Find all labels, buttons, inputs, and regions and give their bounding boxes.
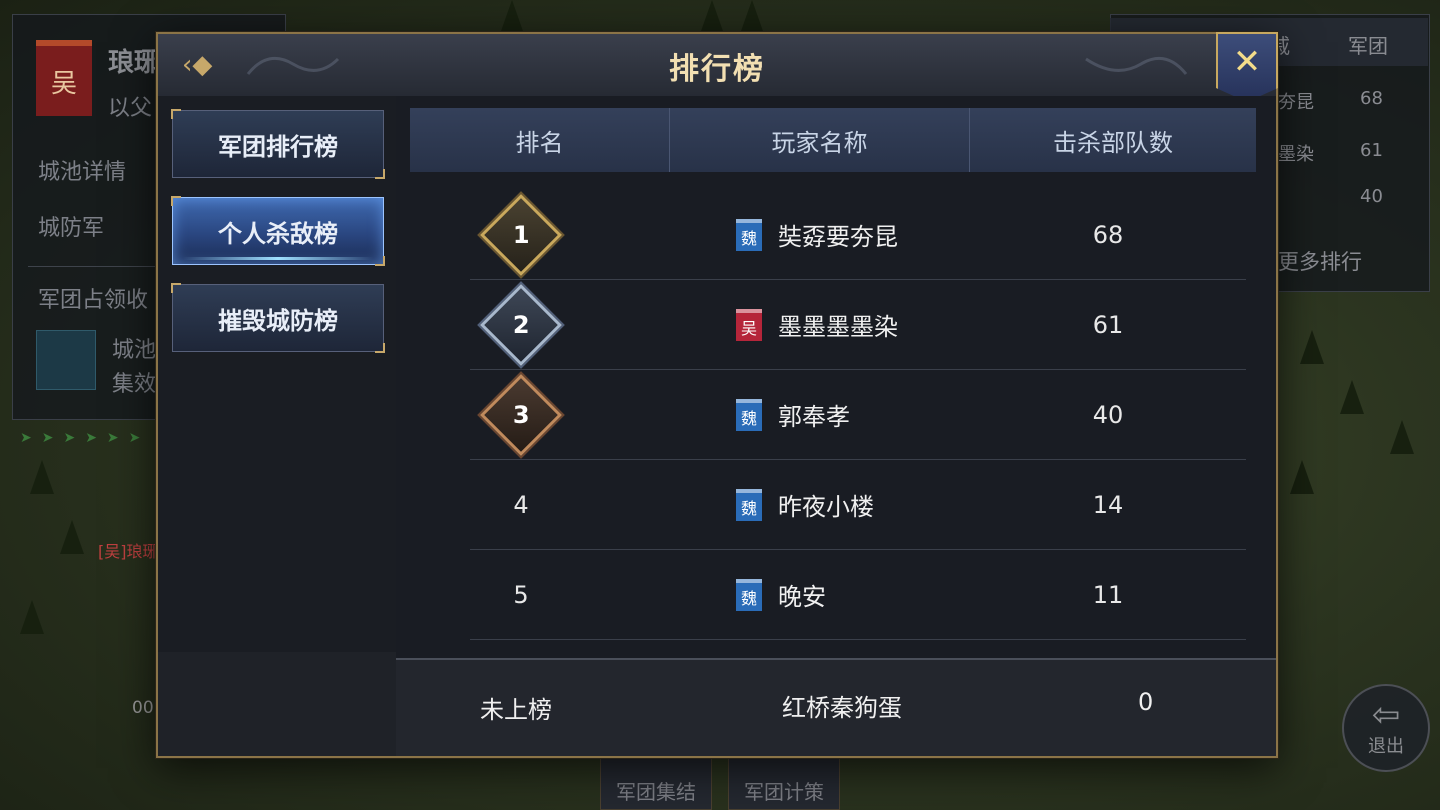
mini-row-name: 墨染 <box>1278 144 1314 165</box>
my-rank: 未上榜 <box>480 696 552 724</box>
silver-medal-icon: 2 <box>479 283 563 366</box>
wei-faction-icon: 魏 <box>736 488 762 521</box>
player-name: 奘孬要夯昆 <box>778 223 898 251</box>
rank-number: 4 <box>513 490 529 519</box>
exit-icon: ⇦ <box>1371 695 1401 735</box>
ranking-dialog: ‹◆ 排行榜 ✕ 军团排行榜 个人杀敌榜 摧毁城防榜 排名 玩家名称 击杀部队数… <box>156 32 1278 758</box>
header-player-name: 玩家名称 <box>670 108 970 172</box>
player-name-cell: 魏 奘孬要夯昆 <box>736 190 898 279</box>
header-kills: 击杀部队数 <box>1053 128 1173 157</box>
faction-flag-glyph: 吴 <box>50 68 77 99</box>
my-kills: 0 <box>1138 688 1154 716</box>
rank-cell: 2 <box>479 280 563 369</box>
occupation-reward-label: 军团占领收 <box>38 288 149 313</box>
bronze-medal-icon: 3 <box>479 373 563 456</box>
faction-glyph: 魏 <box>740 588 757 608</box>
city-subtitle: 以父 <box>108 96 153 121</box>
exit-button[interactable]: ⇦ 退出 <box>1342 684 1430 772</box>
player-name-cell: 魏 昨夜小楼 <box>736 460 874 549</box>
player-name: 墨墨墨墨染 <box>778 313 898 341</box>
mini-header-col2: 军团 <box>1348 34 1388 58</box>
kills-cell: 61 <box>1092 310 1124 339</box>
faction-flag: 吴 <box>36 40 92 116</box>
tab-label: 军团排行榜 <box>218 132 338 161</box>
table-header: 排名 玩家名称 击杀部队数 <box>410 108 1256 172</box>
dialog-title-bar: ‹◆ 排行榜 <box>158 34 1276 98</box>
city-details-link[interactable]: 城池详情 <box>38 154 126 186</box>
city-name: 琅琊 <box>108 48 161 78</box>
player-name: 晚安 <box>778 583 826 611</box>
march-route-arrows: ➤➤➤➤➤➤ <box>20 430 151 446</box>
rank-number: 5 <box>513 580 529 609</box>
rank-number: 1 <box>512 220 530 249</box>
mini-row-value: 68 <box>1360 88 1383 109</box>
active-tab-glow <box>183 257 373 260</box>
my-rank-footer: 未上榜 红桥秦狗蛋 0 <box>396 658 1276 756</box>
effect-line-1: 城池 <box>112 338 157 363</box>
player-name-cell: 吴 墨墨墨墨染 <box>736 280 898 369</box>
faction-glyph: 魏 <box>740 408 757 428</box>
more-rankings-link[interactable]: 更多排行 <box>1278 246 1362 276</box>
kills-cell: 11 <box>1092 580 1124 609</box>
close-icon: ✕ <box>1232 42 1262 82</box>
table-row[interactable]: 5 魏 晚安 11 <box>470 550 1246 640</box>
kills-cell: 68 <box>1092 220 1124 249</box>
mini-row-value: 40 <box>1360 186 1383 207</box>
player-name: 郭奉孝 <box>778 403 850 431</box>
tab-label: 摧毁城防榜 <box>218 306 338 335</box>
wei-faction-icon: 魏 <box>736 218 762 251</box>
exit-label: 退出 <box>1368 736 1404 757</box>
header-rank: 排名 <box>410 108 670 172</box>
dialog-title: 排行榜 <box>669 52 765 87</box>
enemy-city-tag[interactable]: [吴]琅琊 <box>98 538 159 562</box>
table-row[interactable]: 3 魏 郭奉孝 40 <box>470 370 1246 460</box>
rank-number: 2 <box>512 310 530 339</box>
ranking-tabs-sidebar: 军团排行榜 个人杀敌榜 摧毁城防榜 <box>158 96 396 756</box>
player-name-cell: 魏 郭奉孝 <box>736 370 850 459</box>
kills-cell: 14 <box>1092 490 1124 519</box>
ranking-table-area: 排名 玩家名称 击杀部队数 1 魏 奘孬要夯昆 68 2 吴 墨墨墨墨染 61 … <box>396 96 1276 756</box>
table-row[interactable]: 4 魏 昨夜小楼 14 <box>470 460 1246 550</box>
my-player-name: 红桥秦狗蛋 <box>782 694 902 722</box>
city-effect-icon <box>36 330 96 390</box>
mini-row-value: 61 <box>1360 140 1383 161</box>
table-row[interactable]: 1 魏 奘孬要夯昆 68 <box>470 190 1246 280</box>
effect-line-2: 集效 <box>112 372 157 397</box>
ranking-list[interactable]: 1 魏 奘孬要夯昆 68 2 吴 墨墨墨墨染 61 3 魏 郭奉孝 40 4 魏… <box>470 190 1246 640</box>
rank-number: 3 <box>512 400 530 429</box>
tab-label: 个人杀敌榜 <box>218 219 338 248</box>
mini-row-name: 夯昆 <box>1278 92 1314 113</box>
table-row[interactable]: 2 吴 墨墨墨墨染 61 <box>470 280 1246 370</box>
troop-count: 00 <box>132 698 154 718</box>
wu-faction-icon: 吴 <box>736 308 762 341</box>
faction-glyph: 魏 <box>740 498 757 518</box>
legion-strategy-button[interactable]: 军团计策 <box>728 752 840 810</box>
player-name-cell: 魏 晚安 <box>736 550 826 639</box>
faction-glyph: 吴 <box>740 318 757 338</box>
tab-legion-ranking[interactable]: 军团排行榜 <box>171 109 385 179</box>
faction-glyph: 魏 <box>740 228 757 248</box>
city-guard-link[interactable]: 城防军 <box>38 210 104 242</box>
legion-rally-button[interactable]: 军团集结 <box>600 752 712 810</box>
wei-faction-icon: 魏 <box>736 398 762 431</box>
rank-cell: 1 <box>479 190 563 279</box>
close-button[interactable]: ✕ <box>1216 32 1278 102</box>
tab-destroy-defense[interactable]: 摧毁城防榜 <box>171 283 385 353</box>
player-name: 昨夜小楼 <box>778 493 874 521</box>
sidebar-footer <box>158 652 396 756</box>
gold-medal-icon: 1 <box>479 193 563 276</box>
kills-cell: 40 <box>1092 400 1124 429</box>
tab-personal-kills[interactable]: 个人杀敌榜 <box>171 196 385 266</box>
rank-cell: 3 <box>479 370 563 459</box>
wei-faction-icon: 魏 <box>736 578 762 611</box>
